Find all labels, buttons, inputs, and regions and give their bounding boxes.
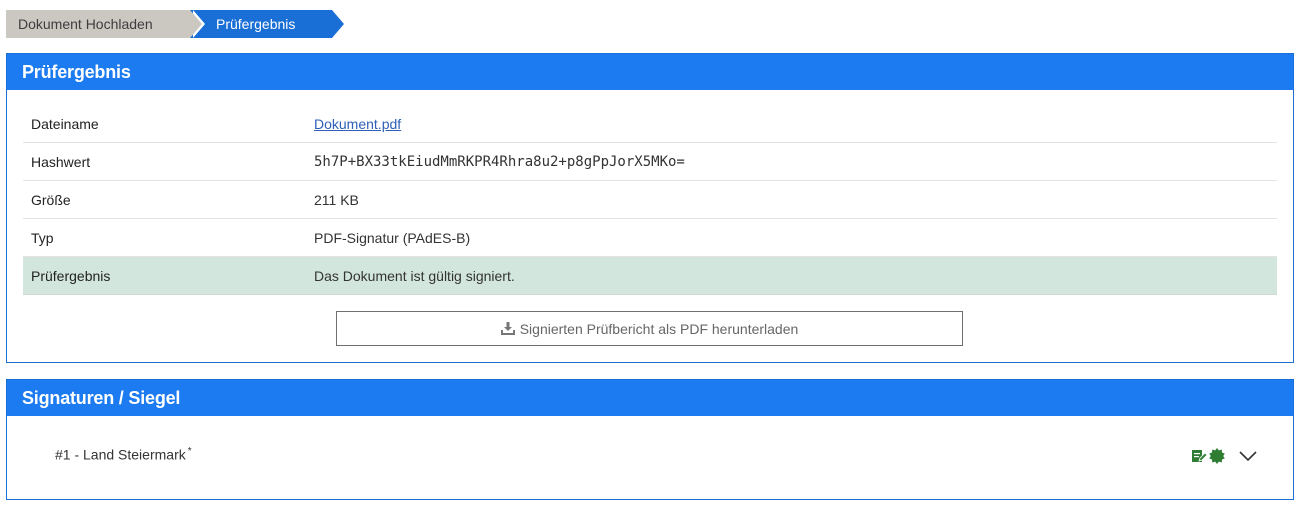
signature-item-marker: * bbox=[187, 446, 192, 457]
download-report-button[interactable]: Signierten Prüfbericht als PDF herunterl… bbox=[336, 311, 963, 346]
table-row: Dateiname Dokument.pdf bbox=[23, 105, 1277, 143]
type-value: PDF-Signatur (PAdES-B) bbox=[314, 218, 1277, 257]
table-row: Hashwert 5h7P+BX33tkEiudMmRKPR4Rhra8u2+p… bbox=[23, 142, 1277, 181]
breadcrumb-step-upload[interactable]: Dokument Hochladen bbox=[6, 10, 205, 38]
breadcrumb: Dokument Hochladen Prüfergebnis bbox=[6, 10, 344, 38]
filename-link[interactable]: Dokument.pdf bbox=[314, 116, 401, 132]
result-panel: Prüfergebnis Dateiname Dokument.pdf Hash… bbox=[6, 53, 1294, 363]
download-report-label: Signierten Prüfbericht als PDF herunterl… bbox=[519, 320, 799, 337]
signatures-panel: Signaturen / Siegel #1 - Land Steiermark… bbox=[6, 379, 1294, 500]
row-label-size: Größe bbox=[23, 180, 314, 219]
hash-value: 5h7P+BX33tkEiudMmRKPR4Rhra8u2+p8gPpJorX5… bbox=[314, 142, 1277, 181]
size-value: 211 KB bbox=[314, 180, 1277, 219]
result-panel-title: Prüfergebnis bbox=[7, 54, 1293, 90]
result-value: Das Dokument ist gültig signiert. bbox=[314, 256, 1277, 295]
row-label-type: Typ bbox=[23, 218, 314, 257]
table-row: Größe 211 KB bbox=[23, 180, 1277, 219]
breadcrumb-step-result[interactable]: Prüfergebnis bbox=[190, 10, 344, 38]
seal-badge-icon bbox=[1209, 448, 1225, 464]
table-row-result: Prüfergebnis Das Dokument ist gültig sig… bbox=[23, 256, 1277, 295]
chevron-down-icon[interactable] bbox=[1239, 450, 1257, 462]
download-icon bbox=[500, 322, 515, 335]
row-label-result: Prüfergebnis bbox=[23, 256, 314, 295]
signatures-panel-title: Signaturen / Siegel bbox=[7, 380, 1293, 416]
table-row: Typ PDF-Signatur (PAdES-B) bbox=[23, 218, 1277, 257]
row-label-hash: Hashwert bbox=[23, 142, 314, 181]
signature-item[interactable]: #1 - Land Steiermark * bbox=[55, 446, 192, 463]
result-table: Dateiname Dokument.pdf Hashwert 5h7P+BX3… bbox=[23, 105, 1277, 295]
row-label-filename: Dateiname bbox=[23, 105, 314, 143]
signature-edit-icon bbox=[1191, 448, 1207, 464]
signature-item-label: #1 - Land Steiermark bbox=[55, 446, 186, 463]
signature-item-icons bbox=[1191, 448, 1257, 464]
